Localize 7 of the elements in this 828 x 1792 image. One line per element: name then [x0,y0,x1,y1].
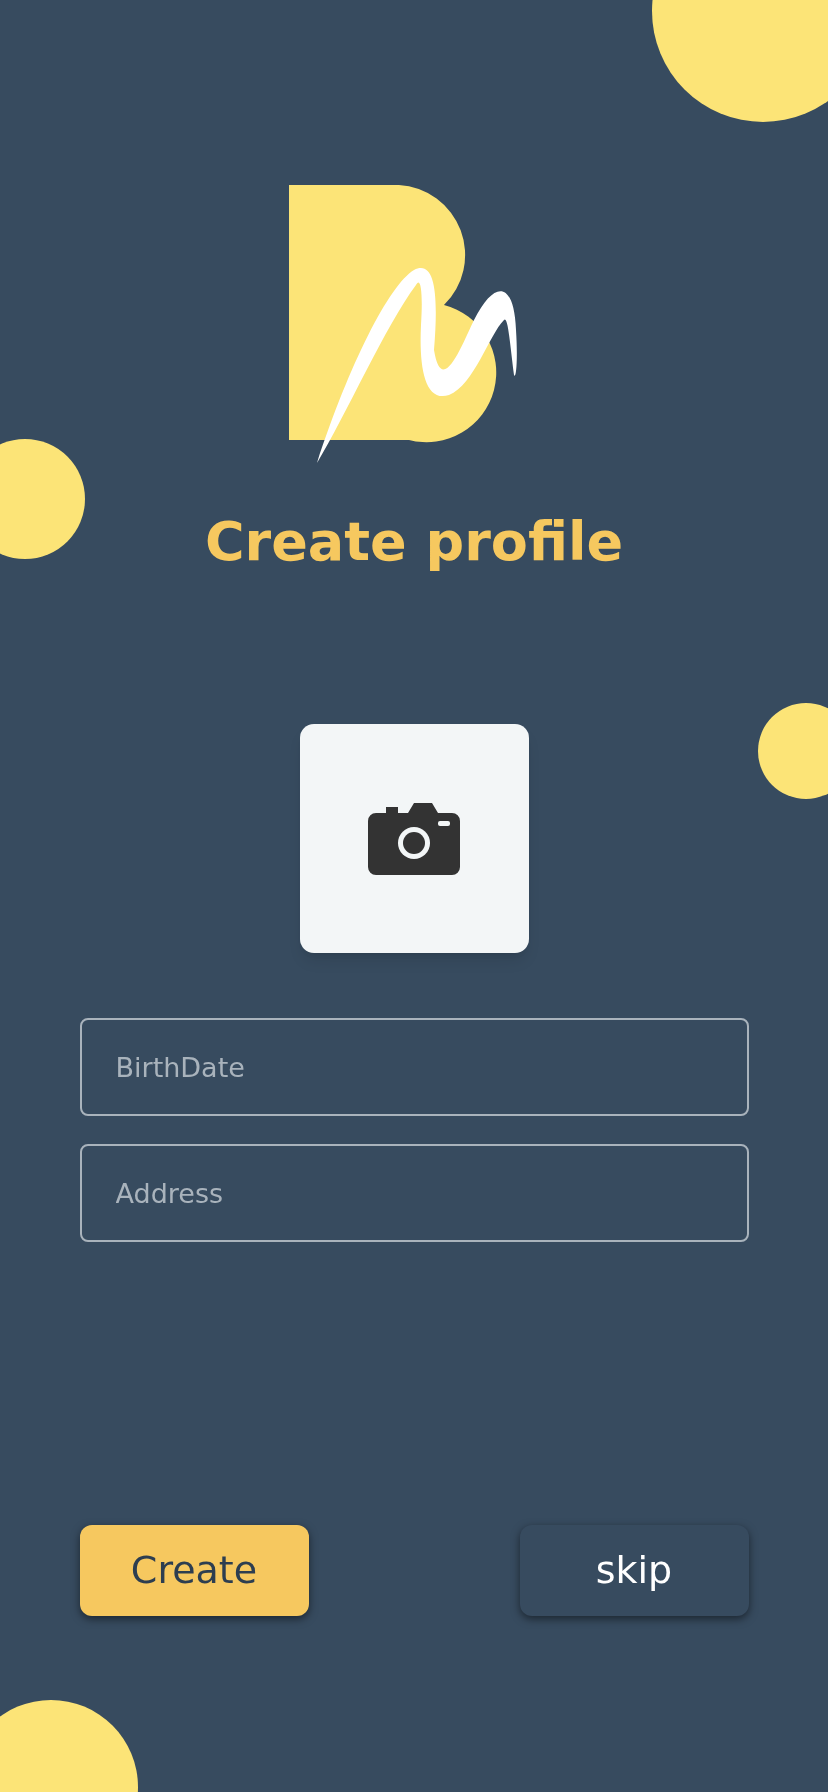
input-field[interactable]: Address [79,1144,749,1242]
page-title: Create profile [204,510,624,574]
input-field[interactable]: BirthDate [79,1018,749,1116]
camera-icon [368,802,460,875]
photo-picker[interactable] [299,724,529,953]
skip-button[interactable]: skip [519,1525,749,1616]
create-button[interactable]: Create [79,1525,309,1616]
